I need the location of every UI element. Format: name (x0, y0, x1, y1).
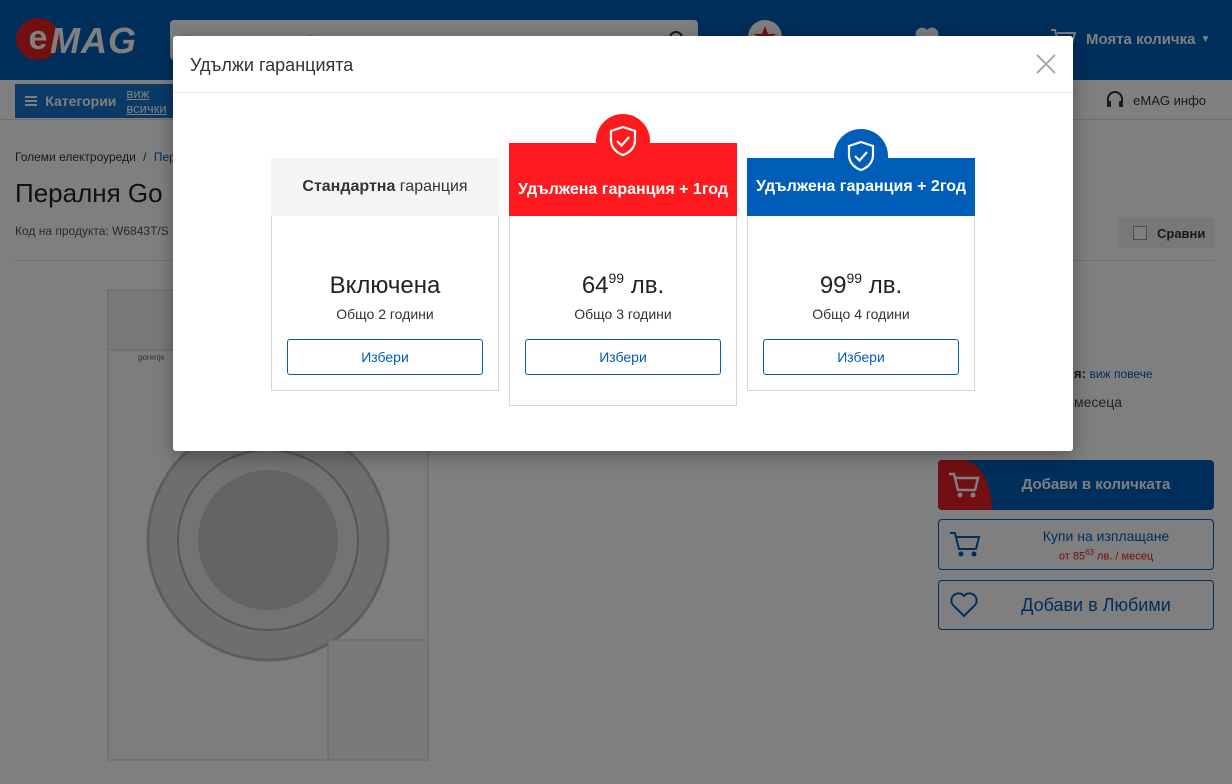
shield-badge (834, 129, 888, 183)
warranty-total: Общо 2 години (336, 306, 434, 322)
warranty-price: 6499 лв. (581, 270, 665, 299)
choose-standard-button[interactable]: Избери (287, 339, 483, 375)
shield-check-icon (847, 140, 875, 172)
modal-title: Удължи гаранцията (190, 55, 354, 75)
warranty-option-header: Стандартна гаранция (271, 158, 499, 216)
shield-check-icon (609, 125, 637, 157)
warranty-total: Общо 4 години (812, 306, 910, 322)
extend-warranty-modal: Удължи гаранцията Стандартна гаранция Вк… (173, 36, 1073, 451)
choose-plus-1-year-button[interactable]: Избери (525, 339, 721, 375)
modal-header: Удължи гаранцията (173, 36, 1073, 93)
warranty-total: Общо 3 години (574, 306, 672, 322)
warranty-price: 9999 лв. (819, 270, 903, 299)
shield-badge (596, 114, 650, 168)
choose-plus-2-years-button[interactable]: Избери (763, 339, 959, 375)
warranty-option-plus-1-year: Удължена гаранция + 1год 6499 лв. Общо 3… (509, 114, 737, 406)
close-icon[interactable] (1033, 51, 1059, 77)
warranty-option-plus-2-years: Удължена гаранция + 2год 9999 лв. Общо 4… (747, 129, 975, 391)
warranty-price: Включена (329, 272, 441, 299)
warranty-option-standard: Стандартна гаранция Включена Общо 2 годи… (271, 158, 499, 391)
